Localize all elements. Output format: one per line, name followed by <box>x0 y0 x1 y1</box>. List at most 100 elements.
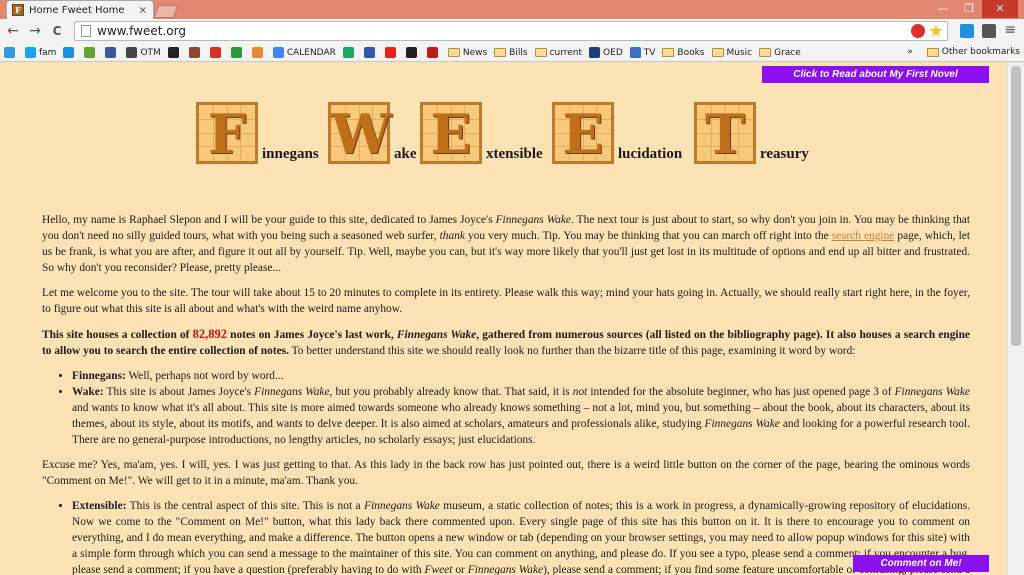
forward-button[interactable]: → <box>26 22 44 40</box>
bookmark-star-icon[interactable] <box>929 24 943 37</box>
bookmark-item[interactable] <box>105 47 119 58</box>
novel-button[interactable]: Click to Read about My First Novel <box>762 66 989 83</box>
bookmark-item[interactable] <box>384 47 399 58</box>
collection-paragraph: This site houses a collection of 82,892 … <box>42 327 970 357</box>
close-window-button[interactable]: ✕ <box>982 0 1018 18</box>
comment-button[interactable]: Comment on Me! <box>853 555 989 572</box>
intro-paragraph: Hello, my name is Raphael Slepon and I w… <box>42 214 970 274</box>
flag-icon <box>363 47 375 58</box>
bookmark-item[interactable] <box>342 47 357 58</box>
browser-toolbar: ← → C www.fweet.org ≡ <box>0 19 1024 44</box>
tour-text: Hello, my name is Raphael Slepon and I w… <box>42 212 970 575</box>
folder-icon <box>534 48 547 57</box>
bookmark-item[interactable] <box>426 47 441 58</box>
bookmark-item[interactable] <box>405 47 420 58</box>
word-list-2: Extensible: This is the central aspect o… <box>72 498 970 575</box>
bookmark-label: TV <box>643 47 656 58</box>
bookmark-item[interactable] <box>209 47 224 58</box>
otm-icon <box>126 47 138 58</box>
bookmark-label: Books <box>677 47 705 58</box>
google-icon <box>272 47 284 58</box>
bookmark-item[interactable] <box>363 47 378 58</box>
bookmark-item[interactable]: Bills <box>494 48 528 58</box>
folder-icon <box>662 48 675 57</box>
logo-letter-e2: E <box>552 102 614 164</box>
tv-icon <box>629 47 641 58</box>
menu-icon[interactable]: ≡ <box>1004 22 1016 38</box>
restore-button[interactable]: ❐ <box>956 0 982 18</box>
bookmark-item[interactable]: TV <box>629 47 656 58</box>
bookmark-item[interactable] <box>188 47 203 58</box>
bookmark-item[interactable] <box>251 47 266 58</box>
logo-letter-t: T <box>694 102 756 164</box>
bookmarks-overflow-icon[interactable]: » <box>907 47 913 57</box>
list-item-wake: Wake: This site is about James Joyce's F… <box>72 384 970 448</box>
fweet-logo: F innegans W ake E xtensible E lucidatio… <box>196 102 816 166</box>
browser-tab[interactable]: F Home Fweet Home × <box>6 0 154 19</box>
bookmark-item[interactable]: fam <box>25 47 56 58</box>
tab-title: Home Fweet Home <box>29 4 125 16</box>
bookmark-item[interactable]: News <box>447 47 488 58</box>
bookmark-item[interactable] <box>4 47 18 58</box>
twitter-icon <box>25 47 36 58</box>
folder-icon <box>447 48 460 57</box>
d-extension-icon[interactable] <box>960 24 974 38</box>
url-text: www.fweet.org <box>97 24 186 38</box>
bookmark-item[interactable] <box>84 47 98 58</box>
adblock-icon[interactable] <box>911 24 925 38</box>
bookmark-label: Grace <box>774 47 801 58</box>
scrollbar-thumb[interactable] <box>1011 66 1021 346</box>
omnibox-extensions <box>907 24 943 38</box>
minimize-button[interactable]: — <box>930 0 956 18</box>
logo-letter-e1: E <box>420 102 482 164</box>
title-bar: F Home Fweet Home × — ❐ ✕ <box>0 0 1024 19</box>
other-bookmarks-label: Other bookmarks <box>941 47 1020 57</box>
bookmark-label: Music <box>726 47 753 58</box>
logo-word-xtensible: xtensible <box>486 146 543 162</box>
tab-close-icon[interactable]: × <box>139 5 147 16</box>
bookmark-label: OTM <box>140 47 161 58</box>
back-button[interactable]: ← <box>4 22 22 40</box>
facebook-icon <box>105 47 117 58</box>
bookmark-item[interactable]: OTM <box>126 47 161 58</box>
folder-icon <box>711 48 724 57</box>
page-icon <box>81 25 91 37</box>
bookmark-item[interactable]: current <box>534 47 583 58</box>
extension-icon[interactable] <box>982 24 996 38</box>
bookmark-item[interactable]: Books <box>662 47 705 58</box>
bookmark-item[interactable] <box>63 47 77 58</box>
new-tab-button[interactable] <box>153 5 179 18</box>
folder-icon <box>926 47 939 57</box>
bookmark-item[interactable]: OED <box>589 47 623 58</box>
note-count: 82,892 <box>192 327 227 341</box>
address-bar[interactable]: www.fweet.org <box>74 21 948 41</box>
bookmark-item[interactable]: Music <box>711 47 753 58</box>
pinterest-icon <box>4 47 15 58</box>
amazon-icon <box>405 47 417 58</box>
bookmarks-bar: fam OTM CALENDAR News Bills current OED TV Books… <box>0 44 1024 62</box>
drive-icon <box>342 47 354 58</box>
n-icon <box>426 47 438 58</box>
bookmark-label: News <box>462 47 488 58</box>
reload-button[interactable]: C <box>48 22 66 40</box>
bookmark-label: fam <box>39 47 57 58</box>
bookmark-item[interactable]: Grace <box>759 48 801 58</box>
scrollbar[interactable] <box>1007 63 1024 575</box>
folder-icon <box>494 48 507 57</box>
bookmark-item[interactable]: CALENDAR <box>272 47 336 58</box>
search-engine-link[interactable]: search engine <box>832 230 895 242</box>
youtube-icon <box>384 47 396 58</box>
globe-icon <box>230 47 242 58</box>
welcome-paragraph: Let me welcome you to the site. The tour… <box>42 287 970 315</box>
fweet-favicon-icon: F <box>12 4 24 16</box>
other-bookmarks[interactable]: » Other bookmarks <box>907 47 1020 57</box>
bookmark-item[interactable] <box>167 47 182 58</box>
logo-word-reasury: reasury <box>760 146 809 162</box>
bookmark-item[interactable] <box>230 47 245 58</box>
bookmark-label: CALENDAR <box>286 47 336 58</box>
list-item-extensible: Extensible: This is the central aspect o… <box>72 498 970 575</box>
oed-icon <box>589 47 601 58</box>
bookmark-label: current <box>549 47 583 58</box>
gmail-icon <box>209 47 221 58</box>
list-item-finnegans: Finnegans: Well, perhaps not word by wor… <box>72 368 970 384</box>
